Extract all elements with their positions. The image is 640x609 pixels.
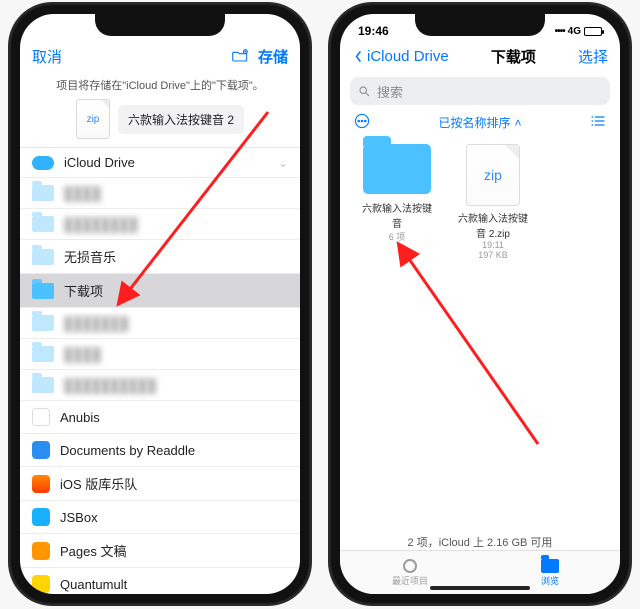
list-item[interactable]: ██████████ xyxy=(20,370,300,401)
list-item[interactable]: ████████ xyxy=(20,209,300,240)
nav-bar: 取消 存储 xyxy=(20,42,300,73)
row-label: 无损音乐 xyxy=(64,247,116,266)
folder-icon xyxy=(32,283,54,299)
sort-bar: 已按名称排序 ˄ xyxy=(340,111,620,138)
battery-icon xyxy=(584,27,602,36)
app-icon xyxy=(32,542,50,560)
file-preview: zip 六款输入法按键音 2 xyxy=(20,99,300,147)
phone-left: 取消 存储 项目将存储在"iCloud Drive"上的"下载项"。 zip 六… xyxy=(10,4,310,604)
folder-icon xyxy=(32,377,54,393)
list-item[interactable]: ████ xyxy=(20,178,300,209)
zip-icon: zip xyxy=(466,144,520,206)
item-sub: 6 项 xyxy=(358,230,436,243)
page-title: 下载项 xyxy=(491,46,536,67)
row-label: Pages 文稿 xyxy=(60,541,126,560)
search-icon xyxy=(358,85,371,98)
row-label: ████ xyxy=(64,347,101,362)
list-item[interactable]: 无损音乐 xyxy=(20,240,300,274)
tab-label: 最近项目 xyxy=(392,574,428,587)
list-item[interactable]: ███████ xyxy=(20,308,300,339)
storage-status: 2 项，iCloud 上 2.16 GB 可用 xyxy=(340,534,620,550)
tab-label: 浏览 xyxy=(541,574,559,587)
folder-icon xyxy=(32,249,54,265)
zip-icon: zip xyxy=(76,99,110,139)
file-name-label: 六款输入法按键音 2 xyxy=(118,105,244,134)
screen-left: 取消 存储 项目将存储在"iCloud Drive"上的"下载项"。 zip 六… xyxy=(20,14,300,594)
folder-icon xyxy=(32,185,54,201)
app-icon xyxy=(32,508,50,526)
row-label: Quantumult xyxy=(60,577,127,592)
search-input[interactable]: 搜索 xyxy=(350,77,610,105)
folder-icon xyxy=(541,559,559,573)
row-label: iOS 版库乐队 xyxy=(60,474,137,493)
row-downloads[interactable]: 下载项 xyxy=(20,274,300,308)
cancel-button[interactable]: 取消 xyxy=(32,46,62,67)
list-item[interactable]: Anubis xyxy=(20,401,300,434)
item-size: 197 KB xyxy=(454,250,532,260)
row-label: Documents by Readdle xyxy=(60,443,195,458)
sort-label: 已按名称排序 xyxy=(438,114,510,131)
back-button[interactable]: iCloud Drive xyxy=(352,48,449,65)
list-item[interactable]: Quantumult xyxy=(20,568,300,594)
notch xyxy=(415,14,545,36)
app-icon xyxy=(32,408,50,426)
home-indicator xyxy=(430,586,530,590)
search-placeholder: 搜索 xyxy=(377,82,403,101)
list-item[interactable]: Pages 文稿 xyxy=(20,534,300,568)
row-label: Anubis xyxy=(60,410,100,425)
select-button[interactable]: 选择 xyxy=(578,46,608,67)
row-label: JSBox xyxy=(60,510,98,525)
grid-zip-item[interactable]: zip 六款输入法按键音 2.zip 19:11 197 KB xyxy=(454,144,532,260)
row-icloud-root[interactable]: iCloud Drive ⌄ xyxy=(20,148,300,178)
screen-right: 19:46 •••• 4G iCloud Drive 下载项 选择 搜索 xyxy=(340,14,620,594)
row-label: iCloud Drive xyxy=(64,155,135,170)
item-time: 19:11 xyxy=(454,240,532,250)
row-label: 下载项 xyxy=(64,281,103,300)
new-folder-icon[interactable] xyxy=(232,47,248,67)
clock-icon xyxy=(403,559,417,573)
folder-list: iCloud Drive ⌄ ████ ████████ 无损音乐 下载项 xyxy=(20,147,300,594)
status-time: 19:46 xyxy=(358,24,389,38)
grid-folder-item[interactable]: 六款输入法按键音 6 项 xyxy=(358,144,436,260)
app-icon xyxy=(32,575,50,593)
folder-icon xyxy=(363,144,431,194)
list-item[interactable]: ████ xyxy=(20,339,300,370)
network-label: 4G xyxy=(568,26,581,37)
folder-icon xyxy=(32,315,54,331)
cloud-icon xyxy=(32,156,54,170)
file-grid: 六款输入法按键音 6 项 zip 六款输入法按键音 2.zip 19:11 19… xyxy=(340,138,620,266)
save-hint: 项目将存储在"iCloud Drive"上的"下载项"。 xyxy=(20,73,300,99)
sort-button[interactable]: 已按名称排序 ˄ xyxy=(438,114,521,131)
chevron-down-icon: ⌄ xyxy=(278,156,288,170)
item-name: 六款输入法按键音 xyxy=(358,200,436,230)
notch xyxy=(95,14,225,36)
app-icon xyxy=(32,441,50,459)
folder-icon xyxy=(32,346,54,362)
save-button[interactable]: 存储 xyxy=(258,46,288,67)
app-icon xyxy=(32,475,50,493)
item-name: 六款输入法按键音 2.zip xyxy=(454,210,532,240)
phone-right: 19:46 •••• 4G iCloud Drive 下载项 选择 搜索 xyxy=(330,4,630,604)
list-item[interactable]: JSBox xyxy=(20,501,300,534)
annotation-arrow xyxy=(388,234,558,464)
list-item[interactable]: iOS 版库乐队 xyxy=(20,467,300,501)
back-label: iCloud Drive xyxy=(367,48,449,65)
folder-icon xyxy=(32,216,54,232)
list-view-icon[interactable] xyxy=(590,113,606,132)
nav-bar: iCloud Drive 下载项 选择 xyxy=(340,42,620,73)
row-label: ██████████ xyxy=(64,378,156,393)
row-label: ████ xyxy=(64,186,101,201)
chevron-up-icon: ˄ xyxy=(515,116,522,130)
row-label: ███████ xyxy=(64,316,128,331)
more-options-icon[interactable] xyxy=(354,113,370,132)
signal-icon: •••• xyxy=(555,26,565,37)
row-label: ████████ xyxy=(64,217,138,232)
list-item[interactable]: Documents by Readdle xyxy=(20,434,300,467)
